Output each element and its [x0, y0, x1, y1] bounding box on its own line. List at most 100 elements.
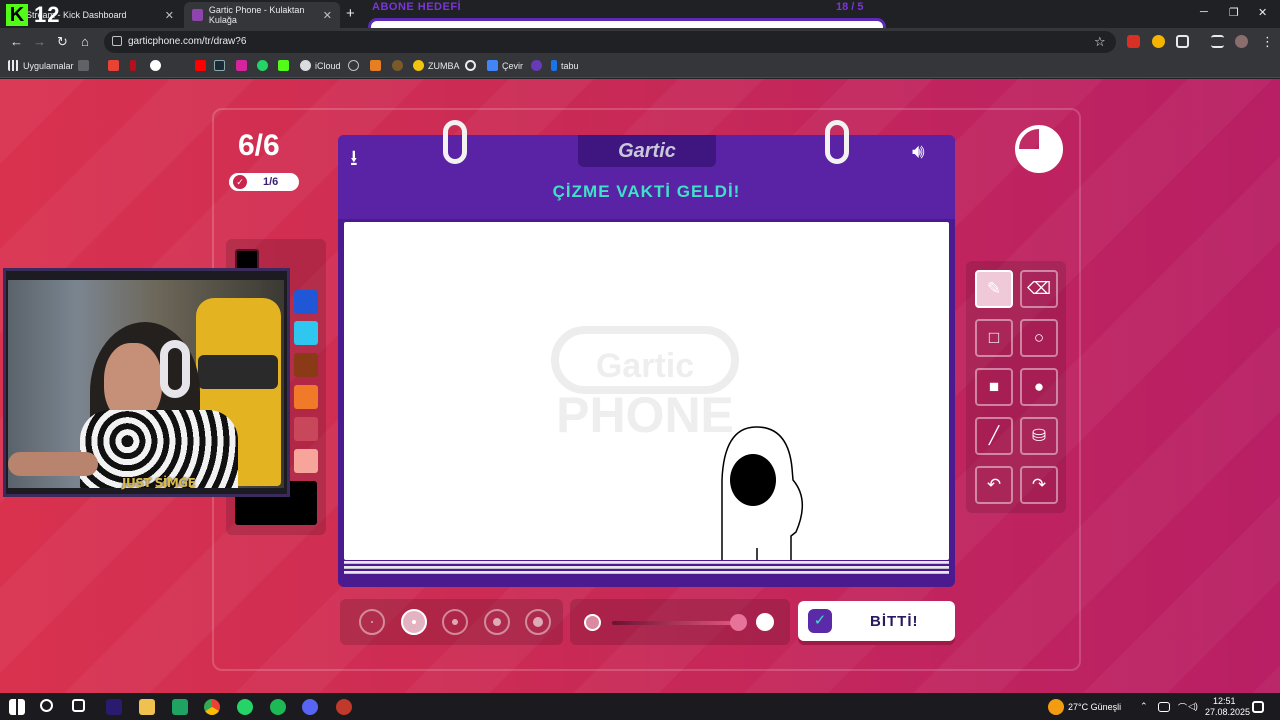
sound-icon[interactable]: 🔊︎	[912, 141, 925, 164]
premiere-icon[interactable]	[106, 699, 122, 715]
opacity-slider-handle[interactable]	[730, 614, 747, 631]
ellipse-outline-tool[interactable]: ○	[1020, 319, 1058, 357]
tabu-icon	[551, 60, 557, 71]
color-swatch[interactable]	[294, 385, 318, 409]
pencil-tool[interactable]: ✎	[975, 270, 1013, 308]
weather-text[interactable]: 27°C Güneşli	[1068, 702, 1121, 712]
browser-menu-icon[interactable]: ⋮	[1261, 34, 1274, 50]
extension-red-icon[interactable]	[1127, 35, 1140, 48]
youtube-icon[interactable]	[195, 60, 210, 71]
color-swatch[interactable]	[294, 417, 318, 441]
whatsapp-taskbar-icon[interactable]	[237, 699, 253, 715]
line-tool[interactable]: ╱	[975, 417, 1013, 455]
streamer-arm	[8, 452, 98, 476]
undo-tool[interactable]: ↶	[975, 466, 1013, 504]
tab-label: Gartic Phone - Kulaktan Kulağa	[208, 5, 305, 25]
notebook-ring-right	[825, 120, 849, 164]
gartic-logo: Gartic	[578, 135, 716, 167]
bookmark-label: tabu	[561, 60, 579, 71]
chrome-icon[interactable]	[204, 699, 220, 715]
file-explorer-icon[interactable]	[139, 699, 155, 715]
done-button-label: BİTTİ!	[870, 612, 919, 630]
bookmark-orange-icon[interactable]	[370, 60, 385, 71]
bookmark-multicolor-icon[interactable]	[108, 60, 123, 71]
bookmark-icloud[interactable]: iCloud	[300, 60, 341, 71]
instagram-icon[interactable]	[236, 60, 251, 71]
brush-size-option[interactable]	[483, 609, 510, 635]
color-swatch[interactable]	[294, 449, 318, 473]
back-icon[interactable]: ←	[10, 34, 23, 49]
clock-date[interactable]: 27.08.2025	[1205, 707, 1250, 717]
forward-icon[interactable]: →	[33, 34, 46, 49]
ellipse-fill-tool[interactable]: ●	[1020, 368, 1058, 406]
google-apps-icon[interactable]	[78, 60, 93, 71]
notifications-icon[interactable]	[1252, 701, 1264, 713]
minimize-button[interactable]: ─	[1200, 6, 1208, 18]
done-button[interactable]: ✓ BİTTİ!	[798, 601, 955, 641]
color-swatch[interactable]	[294, 321, 318, 345]
new-tab-button[interactable]: +	[346, 5, 355, 22]
volume-icon[interactable]: ◁)	[1188, 701, 1198, 712]
eraser-tool[interactable]: ⌫	[1020, 270, 1058, 308]
bookmark-cevir[interactable]: Çevir	[487, 60, 523, 71]
gartic-favicon-icon	[192, 9, 203, 21]
home-icon[interactable]: ⌂	[81, 34, 89, 49]
color-swatch[interactable]	[294, 353, 318, 377]
bucket-fill-tool[interactable]: ⛁	[1020, 417, 1058, 455]
steam-icon[interactable]	[214, 60, 229, 71]
app-icon[interactable]	[336, 699, 352, 715]
brush-size-option[interactable]	[442, 609, 468, 635]
close-window-button[interactable]: ✕	[1258, 6, 1267, 19]
task-view-icon[interactable]	[72, 699, 85, 712]
brush-size-option[interactable]	[525, 609, 551, 635]
color-swatch[interactable]	[294, 290, 318, 314]
discord-icon[interactable]	[302, 699, 318, 715]
tab-close-icon[interactable]: ✕	[323, 9, 332, 22]
reload-icon[interactable]: ↻	[57, 34, 68, 50]
bookmark-apps[interactable]: Uygulamalar	[8, 60, 74, 71]
tab-close-icon[interactable]: ✕	[165, 9, 174, 22]
bookmark-circle-icon[interactable]	[392, 60, 407, 71]
bookmark-link-icon[interactable]	[348, 60, 363, 71]
bookmark-tabu[interactable]: tabu	[551, 60, 579, 71]
rectangle-fill-tool[interactable]: ■	[975, 368, 1013, 406]
brush-size-option[interactable]	[400, 609, 427, 635]
media-control-icon[interactable]	[1211, 35, 1224, 48]
network-icon[interactable]	[1158, 702, 1170, 712]
whatsapp-icon[interactable]	[257, 60, 272, 71]
redo-tool[interactable]: ↷	[1020, 466, 1058, 504]
extension-shield-icon[interactable]	[1152, 35, 1165, 48]
store-icon[interactable]	[172, 699, 188, 715]
restore-button[interactable]: ❐	[1229, 6, 1239, 19]
bookmark-camera-icon[interactable]	[150, 60, 165, 71]
kick-bookmark-icon[interactable]	[278, 60, 293, 71]
bookmark-zumba[interactable]: ZUMBA	[413, 60, 460, 71]
opacity-min-indicator	[584, 614, 601, 631]
bookmark-red-icon[interactable]	[130, 60, 140, 71]
profile-avatar[interactable]	[1235, 35, 1248, 48]
tray-chevron-icon[interactable]: ⌃	[1140, 701, 1148, 712]
site-info-icon[interactable]	[112, 36, 122, 46]
opacity-track[interactable]	[612, 621, 738, 625]
extensions-puzzle-icon[interactable]	[1176, 35, 1189, 48]
tab-gartic-phone[interactable]: Gartic Phone - Kulaktan Kulağa ✕	[184, 2, 340, 28]
opacity-max-indicator	[756, 613, 774, 631]
start-icon[interactable]	[9, 699, 25, 715]
bookmark-openai-icon[interactable]	[465, 60, 480, 71]
turn-timer	[1015, 125, 1063, 173]
search-icon[interactable]	[40, 699, 53, 712]
gaming-chair-band	[198, 355, 278, 389]
clock-time[interactable]: 12:51	[1213, 696, 1236, 706]
rectangle-outline-tool[interactable]: □	[975, 319, 1013, 357]
turn-counter-label: 1/6	[263, 176, 279, 188]
bookmark-label: iCloud	[315, 60, 341, 71]
brush-size-option[interactable]	[359, 609, 385, 635]
wifi-icon[interactable]: ⌒	[1178, 701, 1187, 714]
bookmark-purple-icon[interactable]	[531, 60, 546, 71]
download-icon[interactable]: ⭳	[350, 141, 358, 179]
spotify-icon[interactable]	[270, 699, 286, 715]
bookmark-star-icon[interactable]: ☆	[1094, 34, 1106, 50]
url-input[interactable]: garticphone.com/tr/draw?6	[104, 31, 1116, 53]
bookmark-label: Çevir	[502, 60, 524, 71]
weather-icon	[1048, 699, 1064, 715]
